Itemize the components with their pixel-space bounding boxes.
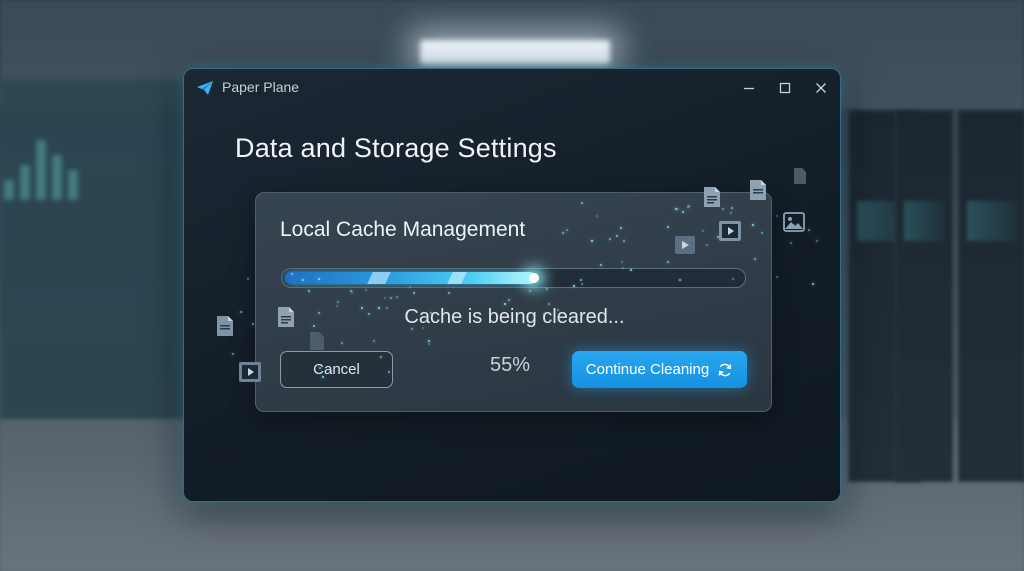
cancel-button-label: Cancel xyxy=(313,361,360,378)
particle xyxy=(687,205,689,208)
image-file-icon xyxy=(783,212,805,232)
particle xyxy=(760,231,763,234)
particle xyxy=(231,353,234,356)
card-title: Local Cache Management xyxy=(280,218,526,241)
particle xyxy=(508,298,510,301)
app-name: Paper Plane xyxy=(222,79,300,95)
particle xyxy=(301,278,304,281)
particle xyxy=(573,284,575,287)
particle xyxy=(621,260,624,263)
document-icon xyxy=(278,307,294,327)
particle xyxy=(600,263,603,266)
background-server-rack xyxy=(895,110,953,482)
particle xyxy=(428,342,431,345)
maximize-button[interactable] xyxy=(773,77,797,99)
background-ceiling-light xyxy=(420,40,610,64)
progress-spark xyxy=(529,273,539,283)
particle xyxy=(430,311,433,314)
minimize-icon xyxy=(744,87,754,90)
document-icon xyxy=(704,187,720,207)
particle xyxy=(730,206,733,209)
particle xyxy=(246,277,249,280)
particle xyxy=(428,339,430,342)
particle xyxy=(387,370,390,373)
close-button[interactable] xyxy=(809,77,833,99)
page-title: Data and Storage Settings xyxy=(235,133,557,163)
particle xyxy=(329,369,332,372)
video-file-icon xyxy=(239,362,261,382)
background-wall-display xyxy=(0,80,190,420)
particle xyxy=(547,303,550,305)
maximize-icon xyxy=(779,82,791,94)
particle xyxy=(503,302,506,305)
continue-button-label: Continue Cleaning xyxy=(585,361,710,378)
document-icon xyxy=(794,168,806,184)
particle xyxy=(251,322,254,325)
cancel-button[interactable]: Cancel xyxy=(280,351,393,388)
particle xyxy=(318,367,321,370)
progress-percent: 55% xyxy=(490,354,531,376)
document-icon xyxy=(310,332,324,350)
minimize-button[interactable] xyxy=(737,77,761,99)
particle xyxy=(751,224,754,226)
title-bar[interactable]: Paper Plane xyxy=(184,69,840,107)
refresh-icon xyxy=(718,363,732,376)
video-file-icon xyxy=(675,236,695,254)
cache-management-card: Local Cache Management Cache is being cl… xyxy=(255,192,772,412)
particle xyxy=(341,341,343,344)
document-icon xyxy=(217,316,233,336)
scene: Paper Plane Data and Storage Settings Lo… xyxy=(0,0,1024,571)
particle xyxy=(619,226,622,229)
particle xyxy=(313,324,316,327)
document-icon xyxy=(750,180,766,200)
video-file-icon xyxy=(719,221,741,241)
particle xyxy=(335,304,338,307)
particle xyxy=(421,326,424,329)
particle xyxy=(336,301,339,304)
progress-fill xyxy=(285,272,536,284)
particle xyxy=(729,212,732,215)
particle xyxy=(705,243,708,246)
particle xyxy=(678,278,681,281)
particle xyxy=(666,225,669,228)
continue-cleaning-button[interactable]: Continue Cleaning xyxy=(572,351,747,388)
background-server-rack xyxy=(958,110,1024,482)
particle xyxy=(412,292,415,294)
particle xyxy=(702,229,705,232)
particle xyxy=(383,296,386,299)
particle xyxy=(776,275,778,278)
particle xyxy=(448,291,451,294)
particle xyxy=(621,266,624,269)
particle xyxy=(595,214,598,217)
particle xyxy=(317,311,320,314)
status-text: Cache is being cleared... xyxy=(404,306,625,328)
close-icon xyxy=(816,83,826,93)
paper-plane-icon xyxy=(197,81,213,95)
particle xyxy=(368,312,371,315)
cache-progress-bar xyxy=(281,268,746,288)
particle xyxy=(360,306,363,309)
app-window: Paper Plane Data and Storage Settings Lo… xyxy=(183,68,841,502)
particle xyxy=(674,208,677,210)
particle xyxy=(609,237,612,240)
